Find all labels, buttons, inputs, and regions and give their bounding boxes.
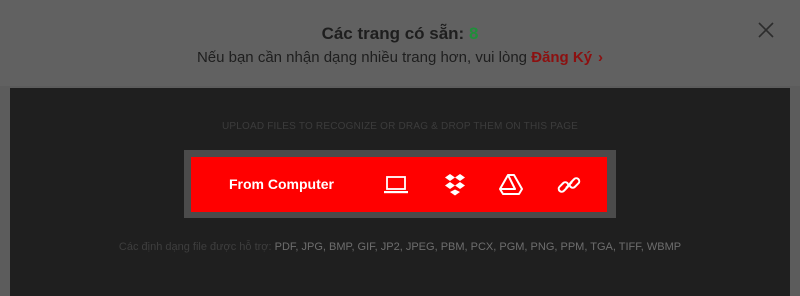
register-prompt-text: Nếu bạn cần nhận dạng nhiều trang hơn, v… xyxy=(196,49,528,66)
dropbox-icon xyxy=(445,174,465,196)
computer-upload-button[interactable] xyxy=(382,171,410,199)
register-link[interactable]: Đăng Ký xyxy=(531,49,592,66)
chevron-right-icon[interactable]: › xyxy=(598,49,603,66)
register-prompt-line: Nếu bạn cần nhận dạng nhiều trang hơn, v… xyxy=(0,49,800,66)
google-drive-icon xyxy=(499,174,523,195)
laptop-icon xyxy=(384,176,408,194)
close-button[interactable] xyxy=(754,18,778,42)
supported-formats-list: PDF, JPG, BMP, GIF, JP2, JPEG, PBM, PCX,… xyxy=(274,241,682,253)
from-computer-button[interactable]: From Computer xyxy=(229,157,334,212)
available-pages-label: Các trang có sẵn: xyxy=(321,24,465,43)
available-pages-line: Các trang có sẵn: 8 xyxy=(0,24,800,44)
link-icon xyxy=(557,177,581,193)
supported-formats-label: Các định dạng file được hỗ trợ: xyxy=(118,241,272,253)
google-drive-button[interactable] xyxy=(497,171,525,199)
url-link-button[interactable] xyxy=(555,171,583,199)
drop-hint: UPLOAD FILES TO RECOGNIZE OR DRAG & DROP… xyxy=(221,121,579,132)
close-icon xyxy=(758,22,774,38)
upload-bar: From Computer xyxy=(191,157,607,212)
dropbox-button[interactable] xyxy=(441,171,469,199)
supported-formats-line: Các định dạng file được hỗ trợ: PDF, JPG… xyxy=(0,241,800,253)
available-pages-count: 8 xyxy=(468,24,479,43)
